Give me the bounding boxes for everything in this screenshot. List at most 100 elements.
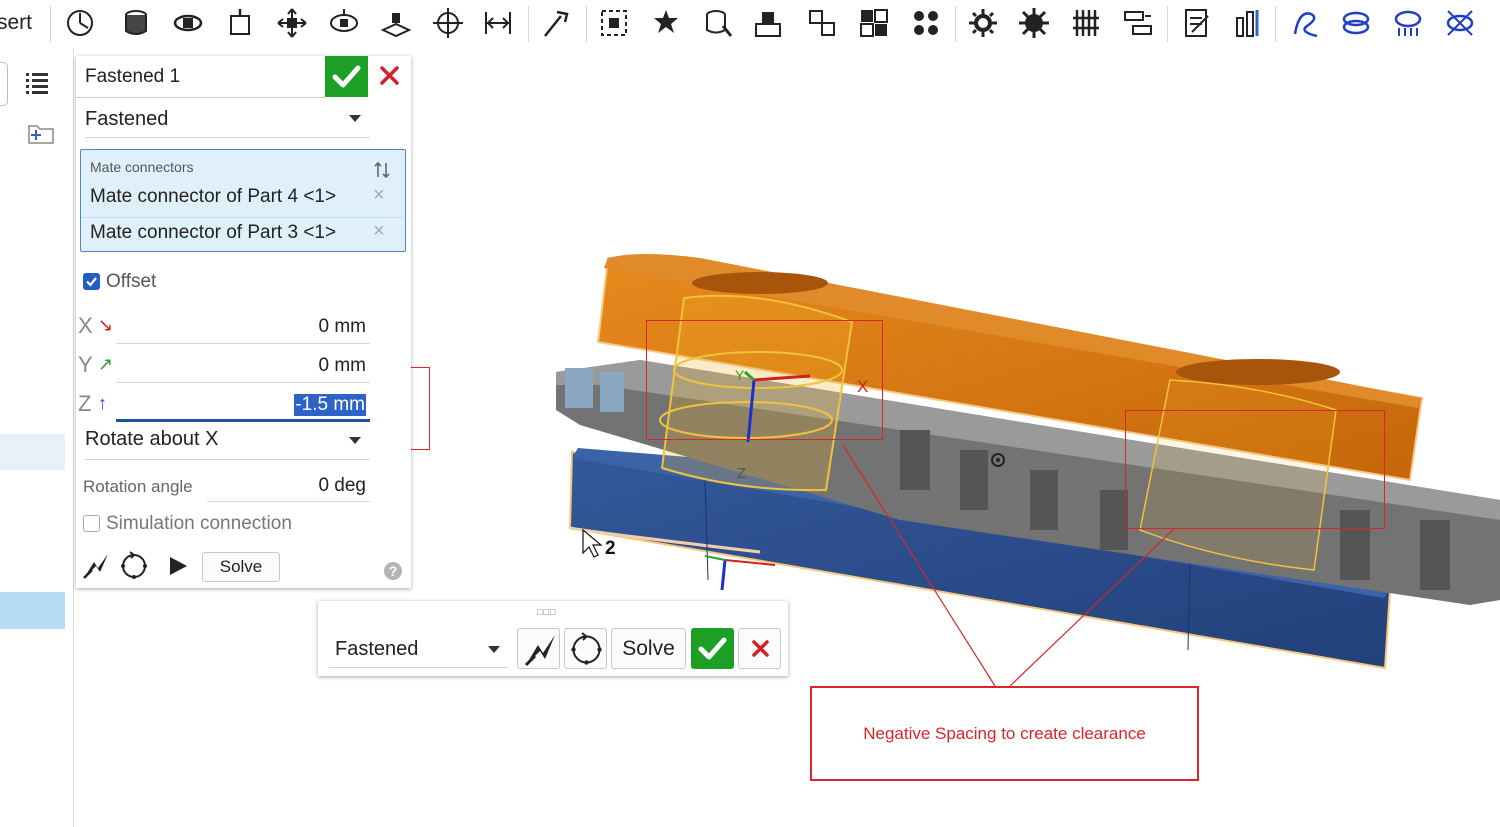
float-cancel-button[interactable]	[738, 628, 781, 669]
remove-icon[interactable]: ×	[373, 184, 385, 207]
flip-axis-button[interactable]	[517, 628, 560, 669]
solve-button[interactable]: Solve	[202, 552, 280, 582]
rotation-angle-label: Rotation angle	[83, 477, 193, 496]
pattern-icon[interactable]	[909, 6, 943, 40]
close-icon	[752, 640, 769, 657]
cylinder-icon[interactable]	[119, 6, 153, 40]
simulation-checkbox[interactable]	[83, 515, 100, 532]
z-axis-label: Z	[78, 391, 92, 416]
curve-icon[interactable]	[1289, 6, 1323, 40]
flip-primary-axis-icon	[524, 635, 555, 667]
mate-connectors-header: Mate connectors	[90, 159, 194, 175]
assembly-icon[interactable]	[751, 6, 785, 40]
cancel-button[interactable]	[368, 56, 411, 97]
planar-icon[interactable]	[379, 6, 413, 40]
chevron-down-icon[interactable]	[349, 115, 361, 122]
cross-move-icon[interactable]	[431, 6, 465, 40]
explode-icon[interactable]	[805, 6, 839, 40]
remove-icon[interactable]: ×	[373, 220, 385, 243]
wand-icon[interactable]	[539, 6, 573, 40]
z-arrow-icon: ↑	[98, 393, 107, 413]
rotate-about-select[interactable]: Rotate about X	[85, 428, 218, 451]
play-icon[interactable]	[162, 550, 194, 582]
simulation-label[interactable]: Simulation connection	[106, 513, 292, 535]
select-frame-icon[interactable]	[597, 6, 631, 40]
annotation-text: Negative Spacing to create clearance	[863, 724, 1146, 743]
triad-y-label: Y	[735, 367, 745, 383]
input-underline	[116, 382, 370, 383]
offset-x-row: X ↘ 0 mm	[78, 309, 378, 345]
checkmark-icon	[698, 637, 727, 660]
reorder-icon[interactable]	[372, 160, 392, 180]
help-icon[interactable]: ?	[384, 562, 402, 580]
toolbar-separator	[586, 6, 587, 42]
gear-icon[interactable]	[966, 6, 1000, 40]
reorient-secondary-axis-icon[interactable]	[118, 550, 150, 582]
cross-ring-icon[interactable]	[1443, 6, 1477, 40]
floating-mate-toolbar: □□□ Fastened Solve	[318, 601, 788, 676]
list-row-selected[interactable]	[0, 592, 65, 629]
check-icon	[86, 277, 97, 287]
rotation-angle-input[interactable]: 0 deg	[318, 475, 366, 497]
ring-arrows-icon[interactable]	[1391, 6, 1425, 40]
checkmark-icon	[332, 65, 361, 88]
toolbar-separator	[955, 6, 956, 42]
float-mate-type-select[interactable]: Fastened	[335, 638, 418, 661]
float-accept-button[interactable]	[691, 628, 734, 669]
accept-button[interactable]	[325, 56, 368, 97]
drag-handle[interactable]: □□□	[537, 607, 556, 617]
close-icon	[380, 66, 399, 85]
mate-connector-item[interactable]: Mate connector of Part 3 <1> ×	[90, 218, 390, 250]
x-arrow-icon: ↘	[98, 315, 114, 335]
mate-connector-item[interactable]: Mate connector of Part 4 <1> ×	[90, 182, 390, 214]
mate-connectors-field[interactable]: Mate connectors Mate connector of Part 4…	[80, 149, 406, 252]
annotation-callout: Negative Spacing to create clearance	[810, 686, 1199, 781]
offset-checkbox[interactable]	[83, 273, 100, 290]
clock-icon[interactable]	[63, 6, 97, 40]
top-toolbar: sert	[0, 0, 1500, 48]
y-arrow-icon: ↗	[98, 354, 114, 374]
rotate-icon[interactable]	[327, 6, 361, 40]
chart-icon[interactable]	[1231, 6, 1265, 40]
part-cursor-icon[interactable]	[701, 6, 735, 40]
ring-icon[interactable]	[1339, 6, 1373, 40]
edit-check-icon[interactable]	[1180, 6, 1214, 40]
mate-connector-label: Mate connector of Part 4 <1>	[90, 186, 337, 207]
float-solve-button[interactable]: Solve	[611, 628, 686, 669]
grid-icon[interactable]	[857, 6, 891, 40]
parallel-icon[interactable]	[481, 6, 515, 40]
app-root: sert X Y Z 2 Fastened 1 Fastened Mate co…	[0, 0, 1500, 827]
reorient-button[interactable]	[564, 628, 607, 669]
mate-type-select[interactable]: Fastened	[85, 108, 168, 131]
list-row-hover[interactable]	[0, 434, 65, 470]
toolbar-separator	[528, 6, 529, 42]
offset-x-input[interactable]: 0 mm	[319, 316, 367, 338]
mate-feature-dialog: Fastened 1 Fastened Mate connectors Mate…	[76, 56, 411, 588]
offset-z-row: Z ↑ -1.5 mm	[78, 387, 378, 423]
offset-z-input[interactable]: -1.5 mm	[294, 394, 366, 416]
chevron-down-icon[interactable]	[349, 437, 361, 444]
select-underline	[85, 137, 370, 138]
insert-tab-label[interactable]: sert	[0, 11, 32, 35]
flip-primary-axis-icon[interactable]	[80, 550, 112, 582]
toolbar-separator	[1275, 6, 1276, 42]
slider-icon[interactable]	[223, 6, 257, 40]
star-part-icon[interactable]	[649, 6, 683, 40]
feature-list-icon[interactable]	[24, 70, 50, 96]
offset-y-row: Y ↗ 0 mm	[78, 348, 378, 384]
chevron-down-icon[interactable]	[488, 646, 500, 653]
title-underline	[76, 97, 325, 98]
offset-label[interactable]: Offset	[106, 271, 156, 293]
dialog-title[interactable]: Fastened 1	[85, 66, 180, 88]
gear-large-icon[interactable]	[1017, 6, 1051, 40]
move-icon[interactable]	[275, 6, 309, 40]
rack-icon[interactable]	[1069, 6, 1103, 40]
offset-y-input[interactable]: 0 mm	[319, 355, 367, 377]
linear-relation-icon[interactable]	[1121, 6, 1155, 40]
add-folder-icon[interactable]	[26, 120, 56, 146]
cursor-count-label: 2	[605, 538, 616, 559]
revolute-icon[interactable]	[171, 6, 205, 40]
select-underline	[329, 667, 509, 668]
y-axis-label: Y	[78, 352, 93, 377]
panel-collapse-tab[interactable]	[0, 62, 8, 106]
